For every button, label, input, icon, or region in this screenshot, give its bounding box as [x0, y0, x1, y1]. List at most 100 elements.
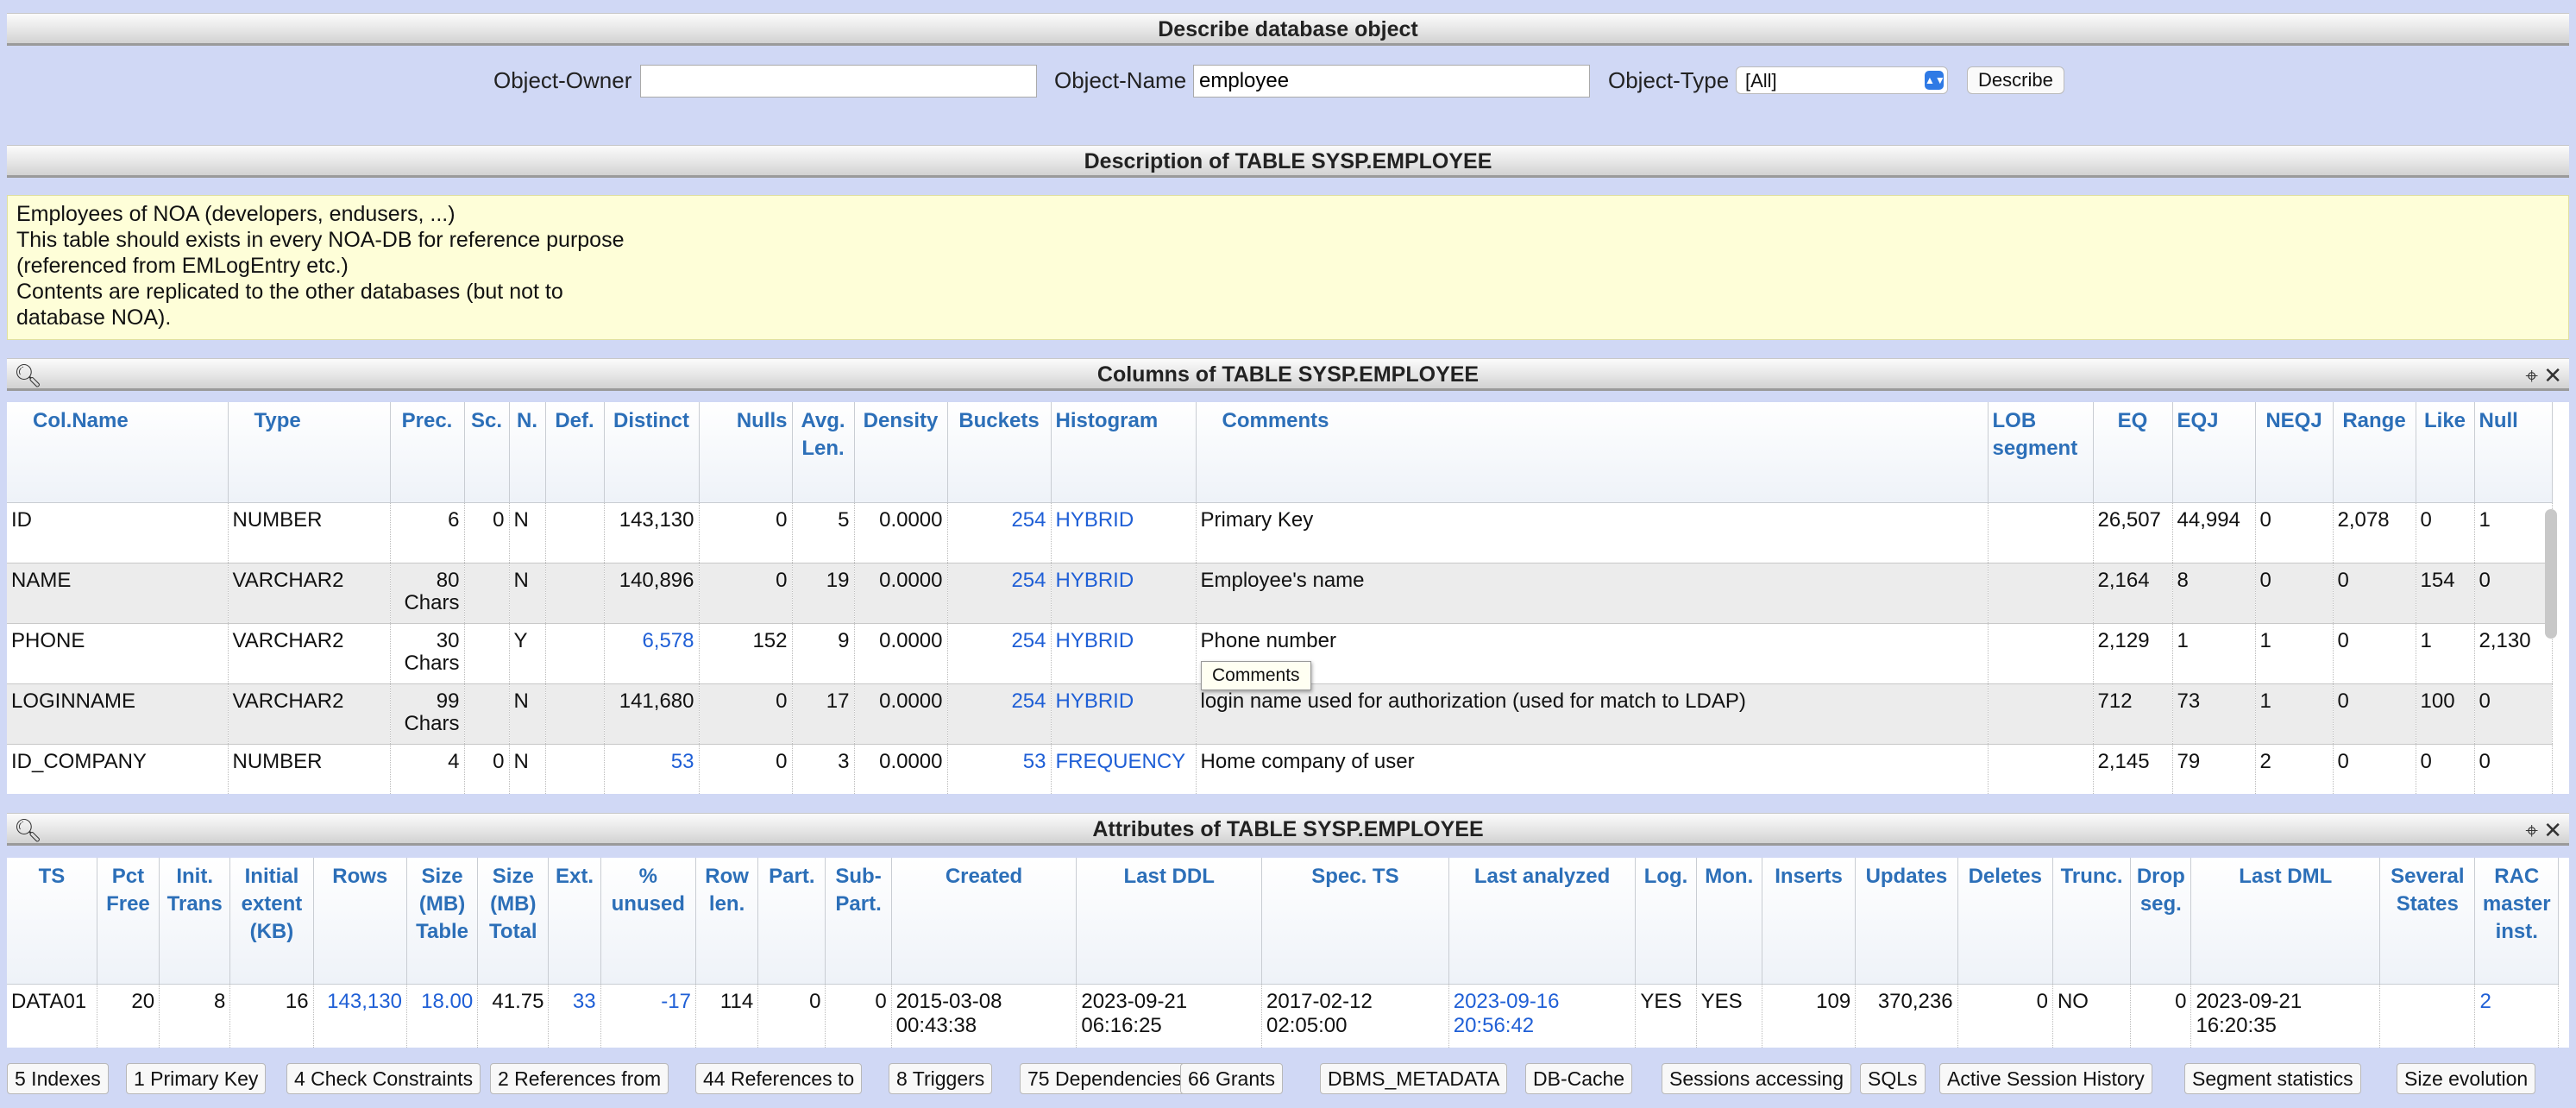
cell-lastdml1: 2023-09-21 16:20:35 [2190, 984, 2381, 1048]
col-header[interactable]: Type [228, 402, 391, 503]
attr-col-header[interactable]: Rows [313, 858, 407, 985]
object-owner-input[interactable] [640, 65, 1037, 98]
col-header[interactable]: EQ [2093, 402, 2173, 503]
cell-buckets[interactable]: 254 [947, 623, 1052, 684]
col-header[interactable]: Def. [545, 402, 605, 503]
attr-col-header[interactable]: Init. Trans [159, 858, 231, 985]
attr-col-header[interactable]: Initial extent (KB) [229, 858, 314, 985]
col-header[interactable]: Nulls [699, 402, 793, 503]
col-header[interactable]: Col.Name [7, 402, 229, 503]
attr-col-header[interactable]: Ext. [548, 858, 601, 985]
table-row[interactable]: NAME VARCHAR2 80 Chars N 140,896 0 19 0.0000 254 H… [7, 563, 2553, 624]
attr-col-header[interactable]: Last analyzed [1448, 858, 1637, 985]
precision-value: 80 [436, 568, 460, 592]
attr-col-header[interactable]: Created [891, 858, 1078, 985]
table-row[interactable]: ID_COMPANY NUMBER 4 0 N 53 0 3 0.0000 53 FREQUENCY… [7, 744, 2553, 794]
pin-icon[interactable]: ⌖ [2525, 362, 2538, 388]
bottom-button[interactable]: Segment statistics [2184, 1063, 2361, 1094]
attr-col-header[interactable]: Part. [757, 858, 826, 985]
cell-ext[interactable]: 33 [548, 984, 601, 1048]
attr-col-header[interactable]: Log. [1635, 858, 1697, 985]
bottom-button[interactable]: DB-Cache [1525, 1063, 1633, 1094]
bottom-button[interactable]: Size evolution [2397, 1063, 2536, 1094]
attr-value: 370,236 [1877, 989, 1953, 1013]
col-header[interactable]: Buckets [947, 402, 1052, 503]
object-type-value: [All] [1745, 70, 1777, 91]
cell-histogram[interactable]: FREQUENCY [1051, 744, 1197, 794]
col-header[interactable]: Prec. [390, 402, 465, 503]
cell-distinct[interactable]: 6,578 [604, 623, 700, 684]
attr-col-header[interactable]: Size (MB) Total [477, 858, 550, 985]
bottom-button[interactable]: 8 Triggers [889, 1063, 993, 1094]
cell-buckets[interactable]: 254 [947, 502, 1052, 563]
attr-col-header[interactable]: Sub-Part. [825, 858, 892, 985]
bottom-button[interactable]: 1 Primary Key [126, 1063, 267, 1094]
attr-col-header[interactable]: Drop seg. [2130, 858, 2192, 985]
attr-col-header[interactable]: Pct Free [97, 858, 160, 985]
close-icon[interactable]: ✕ [2543, 817, 2562, 843]
object-type-select[interactable]: [All] ▲▼ [1736, 66, 1948, 94]
col-header[interactable]: N. [509, 402, 546, 503]
col-header[interactable]: EQJ [2172, 402, 2256, 503]
bottom-button[interactable]: 4 Check Constraints [286, 1063, 481, 1094]
cell-rows[interactable]: 143,130 [313, 984, 407, 1048]
attr-col-header[interactable]: RAC master inst. [2474, 858, 2559, 985]
cell-distinct[interactable]: 53 [604, 744, 700, 794]
attr-col-header[interactable]: Spec. TS [1261, 858, 1449, 985]
columns-scrollbar[interactable] [2545, 509, 2557, 639]
attr-col-header[interactable]: Trunc. [2052, 858, 2132, 985]
attr-col-header[interactable]: Last DML [2190, 858, 2381, 985]
col-header[interactable]: Density [854, 402, 948, 503]
cell-buckets[interactable]: 53 [947, 744, 1052, 794]
magnifier-icon[interactable]: 🔍︎ [14, 362, 42, 388]
bottom-button[interactable]: Active Session History [1939, 1063, 2152, 1094]
attr-col-header[interactable]: TS [7, 858, 97, 985]
attr-col-header[interactable]: Deletes [1957, 858, 2053, 985]
attr-col-header[interactable]: Last DDL [1076, 858, 1263, 985]
col-header[interactable]: Comments [1196, 402, 1989, 503]
pin-icon[interactable]: ⌖ [2525, 817, 2538, 843]
cell-histogram[interactable]: HYBRID [1051, 623, 1197, 684]
bottom-button[interactable]: 2 References from [490, 1063, 669, 1094]
cell-rac[interactable]: 2 [2474, 984, 2559, 1048]
cell-unused[interactable]: -17 [600, 984, 696, 1048]
col-header[interactable]: Null [2474, 402, 2553, 503]
cell-buckets[interactable]: 254 [947, 563, 1052, 624]
bottom-button[interactable]: Sessions accessing [1662, 1063, 1851, 1094]
table-row[interactable]: ID NUMBER 6 0 N 143,130 0 5 0.0000 254 HYBRID Prima… [7, 502, 2553, 563]
table-row[interactable]: DATA01 20 8 16 143,130 18.00 41.75 33 -17 114 0 0 20… [7, 984, 2559, 1048]
bottom-button[interactable]: SQLs [1860, 1063, 1926, 1094]
object-name-input[interactable] [1193, 65, 1590, 98]
attr-col-header[interactable]: Inserts [1762, 858, 1857, 985]
bottom-button[interactable]: 44 References to [695, 1063, 863, 1094]
bottom-button[interactable]: 5 Indexes [7, 1063, 109, 1094]
col-header[interactable]: Range [2333, 402, 2416, 503]
col-header[interactable]: Avg. Len. [792, 402, 855, 503]
magnifier-icon[interactable]: 🔍︎ [14, 817, 42, 843]
col-header[interactable]: Like [2416, 402, 2475, 503]
attr-col-header[interactable]: Several States [2379, 858, 2476, 985]
describe-button[interactable]: Describe [1967, 66, 2064, 94]
cell-sizetable[interactable]: 18.00 [406, 984, 479, 1048]
attr-col-header[interactable]: Row len. [695, 858, 759, 985]
close-icon[interactable]: ✕ [2543, 362, 2562, 388]
bottom-button[interactable]: 66 Grants [1180, 1063, 1283, 1094]
cell-buckets[interactable]: 254 [947, 683, 1052, 745]
cell-histogram[interactable]: HYBRID [1051, 563, 1197, 624]
table-row[interactable]: LOGINNAME VARCHAR2 99 Chars N 141,680 0 17 0.000… [7, 683, 2553, 745]
cell-histogram[interactable]: HYBRID [1051, 502, 1197, 563]
attr-col-header[interactable]: Size (MB) Table [406, 858, 479, 985]
bottom-button[interactable]: 75 Dependencies [1020, 1063, 1191, 1094]
cell-analyzed1[interactable]: 2023-09-16 20:56:42 [1448, 984, 1637, 1048]
col-header[interactable]: Distinct [604, 402, 700, 503]
attr-col-header[interactable]: % unused [600, 858, 696, 985]
col-header[interactable]: LOB segment [1988, 402, 2094, 503]
attr-col-header[interactable]: Updates [1855, 858, 1958, 985]
col-header[interactable]: Sc. [464, 402, 510, 503]
bottom-button[interactable]: DBMS_METADATA [1320, 1063, 1508, 1094]
attr-value: 2023-09-21 [2196, 989, 2303, 1013]
attr-col-header[interactable]: Mon. [1696, 858, 1762, 985]
cell-histogram[interactable]: HYBRID [1051, 683, 1197, 745]
col-header[interactable]: NEQJ [2255, 402, 2334, 503]
col-header[interactable]: Histogram [1051, 402, 1197, 503]
